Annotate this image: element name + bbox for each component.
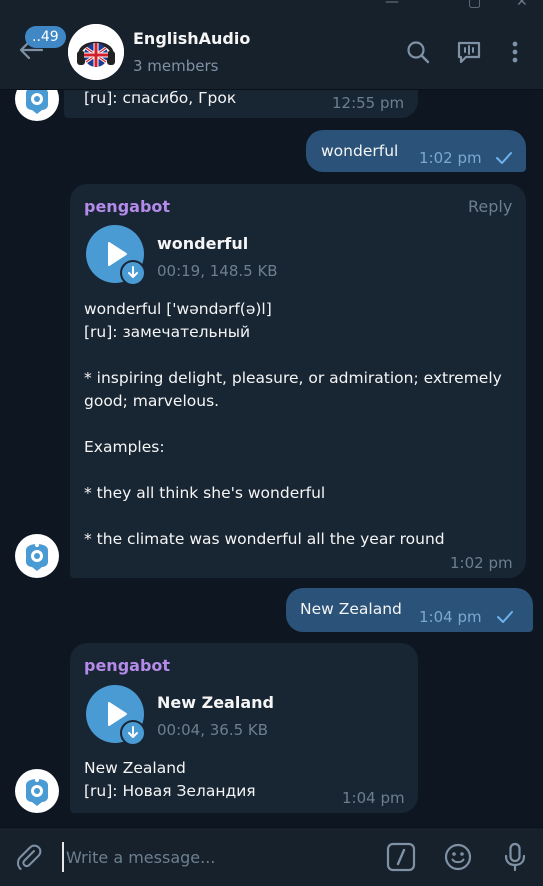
unread-count-badge: ..49 — [25, 26, 66, 48]
message-text: New Zealand — [300, 600, 402, 618]
close-window-button[interactable]: ✕ — [516, 0, 528, 10]
read-check-icon — [497, 611, 513, 623]
outgoing-message[interactable]: New Zealand 1:04 pm — [286, 588, 533, 632]
message-input[interactable] — [62, 842, 362, 872]
message-text: [ru]: спасибо, Грок — [84, 90, 237, 107]
message-composer — [0, 827, 543, 886]
download-button[interactable] — [120, 720, 146, 746]
message-list[interactable]: [ru]: спасибо, Грок 12:55 pm wonderful 1… — [0, 90, 543, 827]
download-arrow-icon — [128, 726, 138, 738]
message-text: wonderful ['wəndərf(ə)l] [ru]: замечател… — [84, 300, 502, 548]
window-titlebar: — ▢ ✕ — [0, 0, 543, 14]
chat-avatar[interactable] — [68, 24, 124, 80]
audio-title: wonderful — [157, 234, 249, 253]
search-icon[interactable] — [404, 38, 432, 66]
emoji-icon[interactable] — [443, 842, 473, 872]
outgoing-message[interactable]: wonderful 1:02 pm — [306, 130, 526, 172]
incoming-message[interactable]: [ru]: спасибо, Грок 12:55 pm — [64, 90, 418, 118]
bot-avatar[interactable] — [15, 90, 59, 121]
more-vertical-icon[interactable] — [501, 38, 529, 66]
message-text: wonderful — [321, 142, 399, 160]
read-check-icon — [496, 152, 512, 164]
bot-avatar-icon — [26, 543, 48, 571]
audio-title: New Zealand — [157, 693, 274, 712]
message-time: 1:02 pm — [450, 554, 513, 572]
bot-avatar[interactable] — [15, 534, 59, 578]
audio-meta: 00:19, 148.5 KB — [157, 262, 278, 280]
maximize-button[interactable]: ▢ — [468, 0, 481, 10]
download-button[interactable] — [120, 260, 146, 286]
message-time: 1:04 pm — [342, 789, 405, 807]
message-time: 12:55 pm — [332, 94, 405, 112]
headphones-uk-flag-icon — [68, 24, 124, 80]
chat-header: ..49 EnglishAudio 3 members — [0, 14, 543, 90]
bot-avatar[interactable] — [15, 769, 59, 813]
paperclip-icon[interactable] — [14, 842, 44, 872]
chat-member-count: 3 members — [133, 57, 219, 75]
microphone-icon[interactable] — [500, 842, 530, 872]
download-arrow-icon — [128, 266, 138, 278]
incoming-audio-message[interactable]: pengabot New Zealand 00:04, 36.5 KB New … — [70, 643, 418, 813]
incoming-audio-message[interactable]: pengabot Reply wonderful 00:19, 148.5 KB… — [70, 184, 526, 578]
bot-avatar-icon — [26, 90, 48, 114]
sender-name[interactable]: pengabot — [84, 197, 170, 216]
message-time: 1:02 pm — [419, 149, 482, 167]
voice-chat-icon[interactable] — [455, 38, 483, 66]
reply-button[interactable]: Reply — [468, 197, 512, 216]
message-time: 1:04 pm — [419, 608, 482, 626]
bot-commands-icon[interactable] — [386, 842, 416, 872]
sender-name[interactable]: pengabot — [84, 656, 170, 675]
minimize-button[interactable]: — — [385, 0, 399, 10]
audio-meta: 00:04, 36.5 KB — [157, 721, 269, 739]
chat-title[interactable]: EnglishAudio — [133, 29, 250, 48]
bot-avatar-icon — [26, 778, 48, 806]
